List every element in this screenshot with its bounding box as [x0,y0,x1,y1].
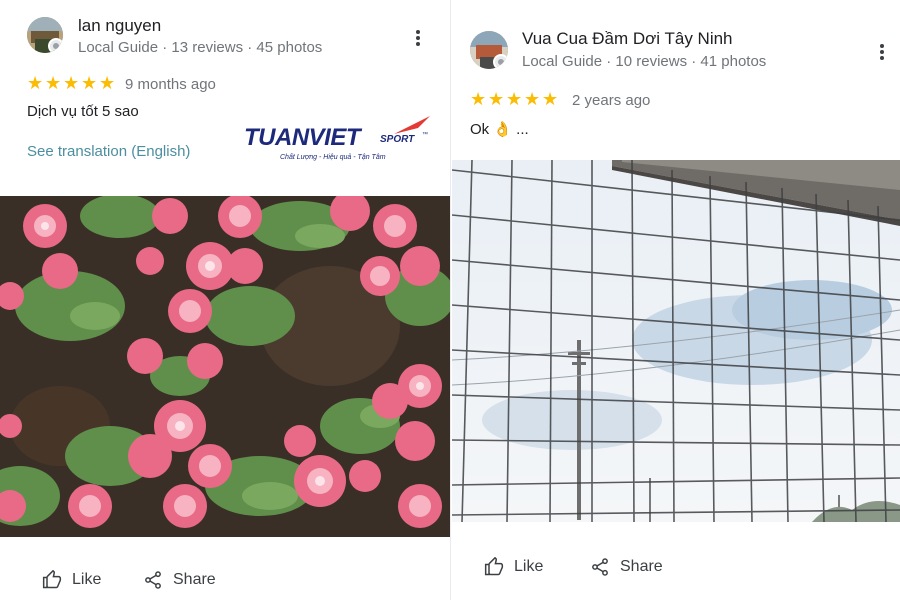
star-icon: ★ [99,73,116,93]
star-rating: ★ ★ ★ ★ ★ [470,89,560,110]
local-guide-badge-icon [493,54,508,69]
review-card: Vua Cua Đầm Dơi Tây Ninh Local Guide · 1… [452,0,900,600]
like-button[interactable]: Like [484,557,543,577]
star-icon: ★ [506,89,523,109]
reviewer-avatar[interactable] [27,17,63,53]
more-options-icon[interactable] [872,42,892,62]
star-icon: ★ [488,89,505,109]
review-time: 9 months ago [125,76,216,93]
like-label: Like [514,558,544,575]
reviewer-name[interactable]: lan nguyen [78,16,161,36]
thumbs-up-icon [42,570,62,589]
star-icon: ★ [470,89,487,109]
star-icon: ★ [63,73,80,93]
pink-begonia-flowers-photo [0,196,450,537]
sports-net-sky-photo [452,160,900,522]
review-text: Ok 👌 ... [470,121,529,138]
share-button[interactable]: Share [143,570,216,590]
review-photo[interactable] [452,160,900,522]
watermark-trademark: ™ [422,132,428,138]
star-icon: ★ [524,89,541,109]
watermark-brand: TUANVIET [244,124,361,151]
like-button[interactable]: Like [42,570,101,590]
star-icon: ★ [81,73,98,93]
like-label: Like [72,571,102,588]
thumbs-up-icon [484,557,504,576]
review-card: lan nguyen Local Guide · 13 reviews · 45… [0,0,450,600]
watermark-sport: SPORT [380,134,415,145]
star-rating: ★ ★ ★ ★ ★ [27,73,117,94]
more-options-icon[interactable] [408,28,428,48]
share-icon [145,571,161,589]
review-photo[interactable] [0,196,450,537]
local-guide-badge-icon [48,38,63,53]
review-text: Dịch vụ tốt 5 sao [27,103,139,120]
star-icon: ★ [27,73,44,93]
star-icon: ★ [45,73,62,93]
star-icon: ★ [542,89,559,109]
watermark-logo: TUANVIET SPORT ™ Chất Lượng - Hiệu quả -… [244,114,436,168]
review-time: 2 years ago [572,92,651,109]
share-label: Share [173,571,216,588]
see-translation-link[interactable]: See translation (English) [27,143,190,160]
reviewer-meta: Local Guide · 10 reviews · 41 photos [522,53,767,70]
share-icon [592,558,608,576]
reviewer-meta: Local Guide · 13 reviews · 45 photos [78,39,323,56]
watermark-tagline: Chất Lượng - Hiệu quả - Tận Tâm [280,154,386,161]
share-label: Share [620,558,663,575]
share-button[interactable]: Share [590,557,663,577]
reviewer-name[interactable]: Vua Cua Đầm Dơi Tây Ninh [522,29,733,49]
reviewer-avatar[interactable] [470,31,508,69]
